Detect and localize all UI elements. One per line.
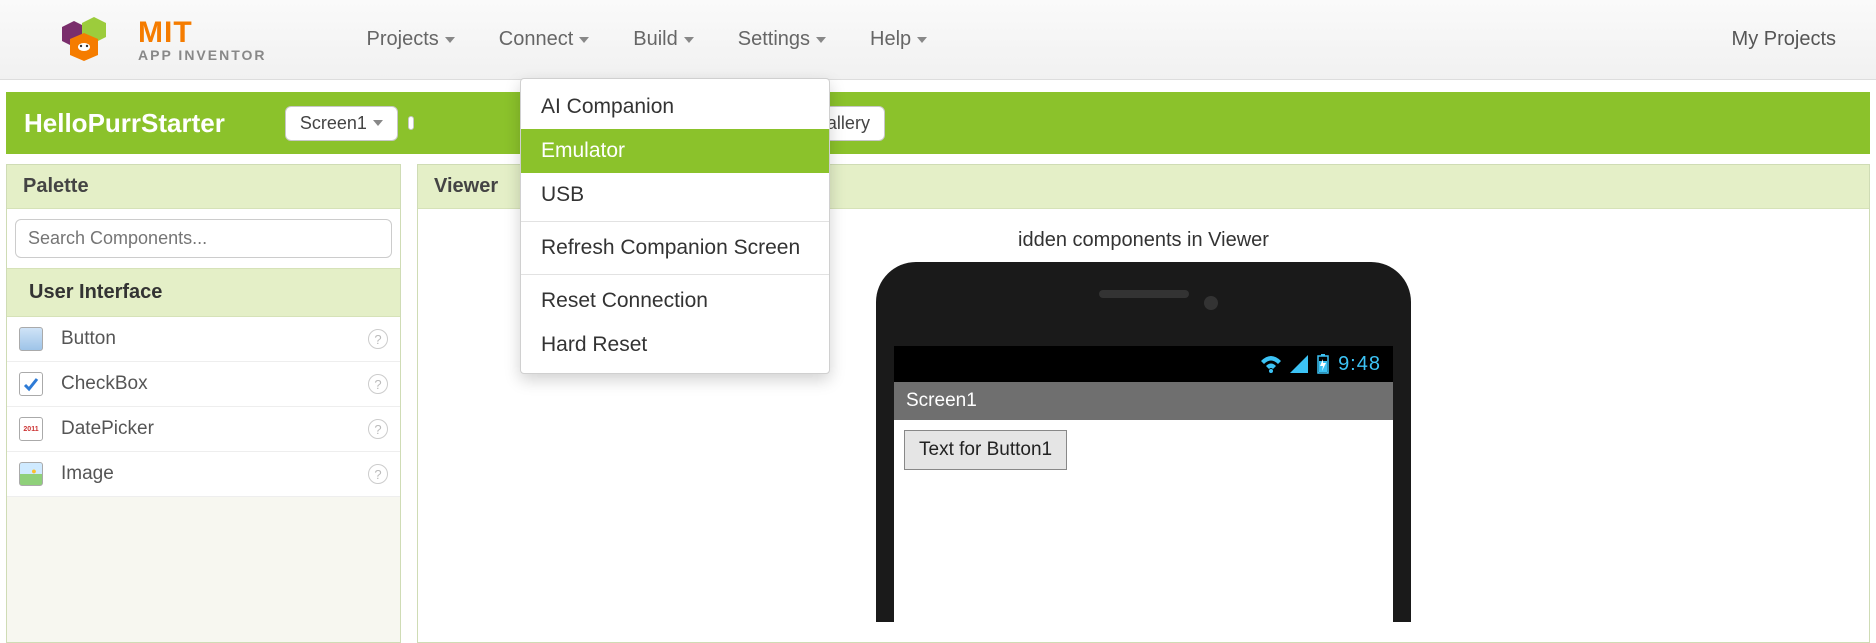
palette-panel: Palette User Interface Button ? CheckBox… (6, 164, 401, 643)
menu-label: Connect (499, 28, 574, 51)
preview-button1[interactable]: Text for Button1 (904, 430, 1067, 470)
connect-dropdown: AI Companion Emulator USB Refresh Compan… (520, 78, 830, 374)
checkbox-icon (19, 372, 43, 396)
my-projects-link[interactable]: My Projects (1732, 28, 1836, 51)
palette-item-datepicker[interactable]: 2011 DatePicker ? (7, 407, 400, 452)
palette-item-label: Image (61, 463, 350, 485)
phone-screen: 9:48 Screen1 Text for Button1 (894, 346, 1393, 622)
connect-ai-companion[interactable]: AI Companion (521, 85, 829, 129)
app-titlebar: Screen1 (894, 382, 1393, 420)
caret-down-icon (684, 37, 694, 43)
phone-statusbar: 9:48 (894, 346, 1393, 382)
search-components-input[interactable] (15, 219, 392, 258)
help-icon[interactable]: ? (368, 464, 388, 484)
wifi-icon (1260, 355, 1282, 373)
screen-selector-label: Screen1 (300, 113, 367, 134)
logo-mit-label: MIT (138, 18, 267, 48)
menu-label: Build (633, 28, 677, 51)
palette-item-label: DatePicker (61, 418, 350, 440)
menu-divider (521, 221, 829, 222)
phone-preview: 9:48 Screen1 Text for Button1 (876, 262, 1411, 622)
menu-label: Help (870, 28, 911, 51)
main-area: Palette User Interface Button ? CheckBox… (0, 154, 1876, 643)
palette-item-checkbox[interactable]: CheckBox ? (7, 362, 400, 407)
connect-emulator[interactable]: Emulator (521, 129, 829, 173)
palette-item-label: CheckBox (61, 373, 350, 395)
connect-usb[interactable]: USB (521, 173, 829, 217)
palette-item-image[interactable]: ● Image ? (7, 452, 400, 497)
help-icon[interactable]: ? (368, 329, 388, 349)
app-body[interactable]: Text for Button1 (894, 420, 1393, 480)
search-wrap (7, 209, 400, 268)
hidden-button-fragment[interactable] (408, 116, 414, 130)
menu-build[interactable]: Build (633, 28, 693, 51)
battery-icon (1316, 354, 1330, 374)
phone-camera-icon (1204, 296, 1218, 310)
menu-settings[interactable]: Settings (738, 28, 826, 51)
project-bar: HelloPurrStarter Screen1 blish to Galler… (6, 92, 1870, 154)
top-bar: MIT APP INVENTOR Projects Connect Build … (0, 0, 1876, 80)
palette-header: Palette (7, 165, 400, 209)
caret-down-icon (445, 37, 455, 43)
caret-down-icon (816, 37, 826, 43)
palette-item-button[interactable]: Button ? (7, 317, 400, 362)
logo-icon (60, 17, 130, 63)
menu-projects[interactable]: Projects (367, 28, 455, 51)
connect-reset[interactable]: Reset Connection (521, 279, 829, 323)
connect-refresh[interactable]: Refresh Companion Screen (521, 226, 829, 270)
caret-down-icon (579, 37, 589, 43)
button-icon (19, 327, 43, 351)
caret-down-icon (917, 37, 927, 43)
component-list: Button ? CheckBox ? 2011 DatePicker ? ● (7, 317, 400, 497)
signal-icon (1290, 355, 1308, 373)
screen-selector-button[interactable]: Screen1 (285, 106, 398, 141)
menu-help[interactable]: Help (870, 28, 927, 51)
calendar-icon: 2011 (19, 417, 43, 441)
help-icon[interactable]: ? (368, 374, 388, 394)
palette-category-header[interactable]: User Interface (7, 268, 400, 317)
palette-item-label: Button (61, 328, 350, 350)
menu-divider (521, 274, 829, 275)
caret-down-icon (373, 120, 383, 126)
help-icon[interactable]: ? (368, 419, 388, 439)
logo-sub-label: APP INVENTOR (138, 48, 267, 62)
image-icon: ● (19, 462, 43, 486)
menu-label: Projects (367, 28, 439, 51)
app-logo[interactable]: MIT APP INVENTOR (60, 17, 267, 63)
connect-hard-reset[interactable]: Hard Reset (521, 323, 829, 367)
menu-label: Settings (738, 28, 810, 51)
phone-speaker-icon (1099, 290, 1189, 298)
status-time: 9:48 (1338, 353, 1381, 376)
logo-text: MIT APP INVENTOR (138, 18, 267, 62)
top-menu: Projects Connect Build Settings Help (367, 28, 928, 51)
project-title: HelloPurrStarter (24, 108, 225, 139)
menu-connect[interactable]: Connect (499, 28, 590, 51)
